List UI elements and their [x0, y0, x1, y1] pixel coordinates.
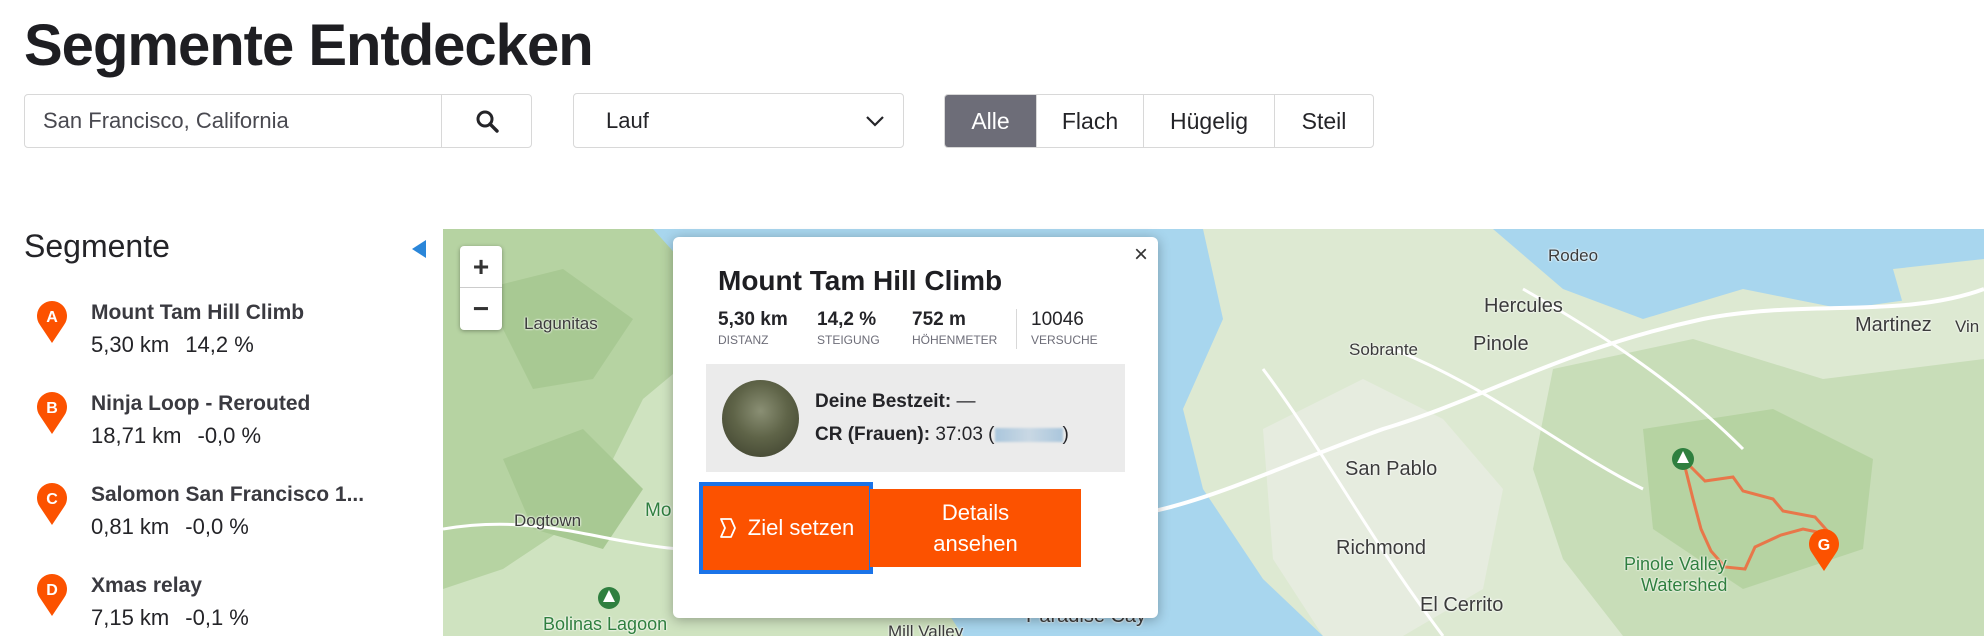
- chevron-down-icon: [866, 115, 884, 127]
- segment-item-a[interactable]: A Mount Tam Hill Climb 5,30 km 14,2 %: [30, 296, 430, 387]
- view-details-line-1: Details: [941, 500, 1010, 525]
- best-time-line: Deine Bestzeit: —: [815, 391, 975, 413]
- map-pin-d-icon: D: [37, 574, 67, 616]
- stat-label: VERSUCHE: [1031, 333, 1098, 347]
- terrain-filter: Alle Flach Hügelig Steil: [944, 94, 1374, 148]
- segment-grade: -0,0 %: [197, 423, 262, 448]
- map-label-lagunitas: Lagunitas: [524, 314, 598, 333]
- page-title: Segmente Entdecken: [24, 13, 594, 78]
- map-label-rodeo: Rodeo: [1548, 246, 1599, 265]
- search-button[interactable]: [441, 95, 531, 147]
- sport-type-select[interactable]: Lauf: [573, 93, 904, 148]
- map-label-watershed: Watershed: [1641, 575, 1728, 595]
- svg-text:C: C: [46, 491, 58, 508]
- zoom-out-button[interactable]: −: [460, 288, 502, 330]
- stat-grade: 14,2 % STEIGUNG: [817, 309, 880, 347]
- segment-distance: 7,15 km: [91, 605, 170, 630]
- segment-item-c[interactable]: C Salomon San Francisco 1... 0,81 km -0,0…: [30, 478, 430, 569]
- stat-value: 14,2 %: [817, 309, 877, 330]
- segment-stats: 5,30 km 14,2 %: [91, 332, 254, 358]
- target-flag-icon: [719, 518, 736, 538]
- svg-text:A: A: [46, 309, 58, 326]
- best-time-label: Deine Bestzeit:: [815, 391, 952, 412]
- map-label-richmond: Richmond: [1336, 537, 1427, 559]
- zoom-control: + −: [460, 246, 502, 330]
- map-label-martinez: Martinez: [1855, 314, 1932, 336]
- best-time-value: —: [956, 391, 976, 412]
- course-record-close: ): [1062, 424, 1069, 445]
- segment-item-d[interactable]: D Xmas relay 7,15 km -0,1 %: [30, 569, 430, 636]
- set-goal-label: Ziel setzen: [747, 515, 855, 540]
- course-record-time: 37:03 (: [935, 424, 995, 445]
- map-label-pinole: Pinole: [1473, 333, 1529, 355]
- terrain-steep-button[interactable]: Steil: [1275, 95, 1373, 147]
- segment-name[interactable]: Xmas relay: [91, 574, 202, 598]
- map-pin-b-icon: B: [37, 392, 67, 434]
- terrain-hilly-button[interactable]: Hügelig: [1144, 95, 1275, 147]
- segment-grade: 14,2 %: [185, 332, 254, 357]
- stat-value: 752 m: [912, 309, 966, 330]
- view-details-line-2: ansehen: [933, 531, 1018, 556]
- segment-distance: 0,81 km: [91, 514, 170, 539]
- effort-summary: Deine Bestzeit: — CR (Frauen): 37:03 (): [706, 364, 1125, 472]
- segment-stats: 0,81 km -0,0 %: [91, 514, 249, 540]
- segments-heading: Segmente: [24, 228, 170, 264]
- map-label-sobrante: Sobrante: [1349, 340, 1418, 359]
- map-label-el-cerrito: El Cerrito: [1420, 594, 1504, 616]
- terrain-all-button[interactable]: Alle: [945, 95, 1037, 147]
- map-label-mo: Mo: [645, 500, 672, 521]
- segment-popup: × Mount Tam Hill Climb 5,30 km DISTANZ 1…: [673, 237, 1158, 618]
- view-details-button[interactable]: Details ansehen: [870, 489, 1081, 567]
- search-icon: [476, 110, 499, 133]
- location-search-input[interactable]: [25, 95, 441, 147]
- course-record-line: CR (Frauen): 37:03 (): [815, 424, 1069, 446]
- map-pin-a-icon: A: [37, 301, 67, 343]
- close-icon[interactable]: ×: [1134, 241, 1148, 269]
- avatar: [722, 380, 799, 457]
- map-label-pinole-valley: Pinole Valley: [1624, 554, 1727, 574]
- segment-distance: 18,71 km: [91, 423, 182, 448]
- stat-label: HÖHENMETER: [912, 333, 998, 347]
- segment-stats: 7,15 km -0,1 %: [91, 605, 249, 631]
- segment-name[interactable]: Mount Tam Hill Climb: [91, 301, 304, 325]
- segment-list: A Mount Tam Hill Climb 5,30 km 14,2 % B N…: [30, 296, 430, 636]
- segment-item-b[interactable]: B Ninja Loop - Rerouted 18,71 km -0,0 %: [30, 387, 430, 478]
- stat-attempts: 10046 VERSUCHE: [1031, 309, 1098, 347]
- map-label-hercules: Hercules: [1484, 295, 1563, 317]
- segment-distance: 5,30 km: [91, 332, 170, 357]
- popup-title: Mount Tam Hill Climb: [718, 265, 1003, 296]
- map-label-dogtown: Dogtown: [514, 511, 582, 530]
- svg-text:B: B: [46, 400, 58, 417]
- segment-grade: -0,1 %: [185, 605, 249, 630]
- sport-type-value: Lauf: [606, 107, 649, 133]
- terrain-flat-button[interactable]: Flach: [1037, 95, 1144, 147]
- location-search: [24, 94, 532, 148]
- stat-label: STEIGUNG: [817, 333, 880, 347]
- segment-stats: 18,71 km -0,0 %: [91, 423, 261, 449]
- map-label-bolinas-lagoon: Bolinas Lagoon: [543, 614, 668, 634]
- redacted-athlete-name[interactable]: [994, 427, 1063, 442]
- map-label-vin: Vin: [1955, 317, 1980, 336]
- view-details-label: Details ansehen: [933, 497, 1017, 559]
- map-label-mill-valley: Mill Valley: [888, 622, 964, 636]
- stat-elevation: 752 m HÖHENMETER: [912, 309, 997, 347]
- stat-value: 10046: [1031, 309, 1084, 330]
- stat-label: DISTANZ: [718, 333, 769, 347]
- segment-name[interactable]: Salomon San Francisco 1...: [91, 483, 364, 507]
- stat-distance: 5,30 km DISTANZ: [718, 309, 788, 347]
- map-pin-g-icon[interactable]: G: [1806, 526, 1842, 572]
- segment-name[interactable]: Ninja Loop - Rerouted: [91, 392, 310, 416]
- stat-divider: [1016, 309, 1017, 349]
- course-record-label: CR (Frauen):: [815, 424, 931, 445]
- zoom-in-button[interactable]: +: [460, 246, 502, 288]
- stat-value: 5,30 km: [718, 309, 788, 330]
- triangle-left-icon[interactable]: [412, 240, 426, 258]
- svg-text:D: D: [46, 582, 58, 599]
- set-goal-button[interactable]: Ziel setzen: [699, 482, 873, 574]
- segment-grade: -0,0 %: [185, 514, 249, 539]
- map-label-san-pablo: San Pablo: [1345, 458, 1438, 480]
- map-pin-c-icon: C: [37, 483, 67, 525]
- svg-text:G: G: [1818, 537, 1830, 554]
